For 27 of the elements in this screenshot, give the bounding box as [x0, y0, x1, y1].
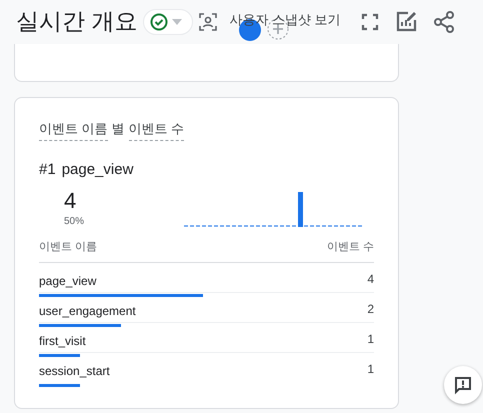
table-cell: page_view	[39, 274, 96, 288]
metric-label[interactable]: 이벤트 이름	[39, 120, 108, 141]
table-cell: 1	[367, 362, 374, 376]
metric-label[interactable]: 이벤트 수	[128, 120, 184, 141]
table-cell: 2	[367, 302, 374, 316]
share-icon[interactable]	[433, 11, 456, 33]
table-cell: 4	[367, 272, 374, 286]
table-cell: user_engagement	[39, 304, 136, 318]
percent-label: 50%	[64, 216, 86, 227]
feedback-button[interactable]	[444, 366, 482, 404]
fullscreen-icon[interactable]	[361, 13, 380, 31]
event-count: 4	[64, 188, 78, 214]
event-name: page_view	[62, 161, 134, 178]
title-text: 별	[112, 120, 125, 138]
column-header[interactable]: 이벤트 이름	[39, 239, 98, 254]
rank-label: #1	[39, 161, 56, 178]
table-cell: first_visit	[39, 334, 86, 348]
caret-icon	[171, 18, 184, 26]
page-title: 실시간 개요	[16, 6, 138, 36]
snapshot-link[interactable]: 사용자 스냅샷 보기	[229, 11, 341, 29]
feedback-icon	[453, 375, 473, 395]
table-cell: 1	[367, 332, 374, 346]
chart-edit-icon[interactable]	[395, 11, 418, 33]
column-header[interactable]: 이벤트 수	[326, 239, 374, 254]
table-cell: session_start	[39, 364, 110, 378]
user-scan-icon[interactable]	[199, 13, 218, 31]
status-dropdown[interactable]	[143, 9, 194, 35]
